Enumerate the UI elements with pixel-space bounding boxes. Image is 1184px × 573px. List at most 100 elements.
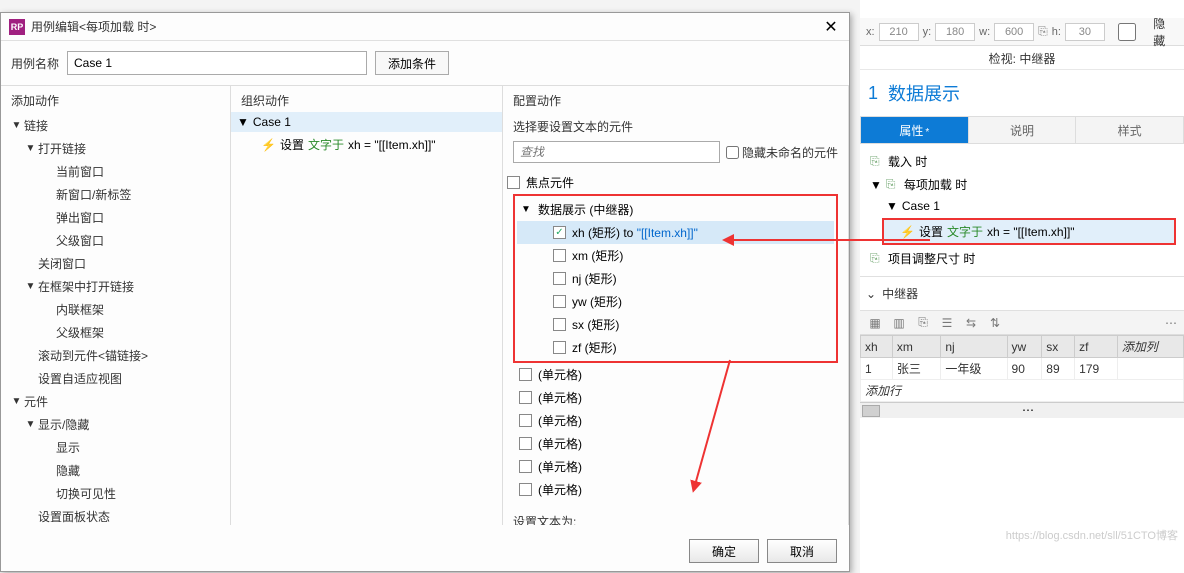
- action-tree-item[interactable]: ▼链接: [7, 114, 224, 137]
- widget-item[interactable]: sx (矩形): [517, 313, 834, 336]
- inspect-bar: 检视: 中继器: [860, 46, 1184, 70]
- configure-panel: 配置动作 选择要设置文本的元件 隐藏未命名的元件 焦点元件 ▼ 数据展示 (中继…: [503, 86, 849, 525]
- checkbox[interactable]: [519, 414, 532, 427]
- per-item-event[interactable]: ▼⎘每项加载 时: [864, 173, 1180, 196]
- action-tree-item[interactable]: ▼打开链接: [7, 137, 224, 160]
- widget-item[interactable]: zf (矩形): [517, 336, 834, 359]
- widget-item[interactable]: yw (矩形): [517, 290, 834, 313]
- action-tree-item[interactable]: 隐藏: [7, 459, 224, 482]
- h-input[interactable]: [1065, 23, 1105, 41]
- action-tree-item[interactable]: 显示: [7, 436, 224, 459]
- action-tree-item[interactable]: 父级框架: [7, 321, 224, 344]
- table-header[interactable]: zf: [1075, 336, 1118, 358]
- focus-widget-item[interactable]: 焦点元件: [503, 171, 848, 194]
- hide-unnamed-cb[interactable]: [726, 146, 739, 159]
- action-tree-item[interactable]: 关闭窗口: [7, 252, 224, 275]
- widget-name: 数据展示: [888, 80, 960, 106]
- table-header[interactable]: xm: [892, 336, 941, 358]
- cell-item[interactable]: (单元格): [503, 455, 848, 478]
- checkbox[interactable]: [519, 460, 532, 473]
- action-tree-item[interactable]: ▼元件: [7, 390, 224, 413]
- checkbox[interactable]: [519, 483, 532, 496]
- toolbar-btn[interactable]: ▦: [866, 314, 884, 332]
- checkbox[interactable]: [553, 272, 566, 285]
- horizontal-scrollbar[interactable]: ⋯: [860, 402, 1184, 418]
- widget-item[interactable]: xm (矩形): [517, 244, 834, 267]
- search-input[interactable]: [513, 141, 720, 163]
- cell-item[interactable]: (单元格): [503, 363, 848, 386]
- widget-item[interactable]: nj (矩形): [517, 267, 834, 290]
- hide-unnamed-checkbox[interactable]: 隐藏未命名的元件: [726, 144, 838, 161]
- action-tree-item[interactable]: 内联框架: [7, 298, 224, 321]
- tab-description[interactable]: 说明: [969, 116, 1077, 144]
- ok-button[interactable]: 确定: [689, 539, 759, 563]
- onload-event[interactable]: ⎘载入 时: [864, 150, 1180, 173]
- case-name-input[interactable]: [67, 51, 367, 75]
- action-tree-item[interactable]: 父级窗口: [7, 229, 224, 252]
- case-row[interactable]: ▼ Case 1: [231, 112, 502, 132]
- checkbox[interactable]: [553, 341, 566, 354]
- action-tree-item[interactable]: ▼在框架中打开链接: [7, 275, 224, 298]
- cancel-button[interactable]: 取消: [767, 539, 837, 563]
- checkbox[interactable]: [553, 249, 566, 262]
- action-tree-item[interactable]: 设置面板状态: [7, 505, 224, 525]
- resize-event[interactable]: ⎘项目调整尺寸 时: [864, 247, 1180, 270]
- checkbox[interactable]: [519, 437, 532, 450]
- hide-checkbox[interactable]: [1109, 23, 1145, 41]
- h-label: h:: [1052, 26, 1061, 38]
- chevron-down-icon: ▼: [870, 178, 882, 192]
- lock-icon[interactable]: ⎘: [1038, 24, 1048, 39]
- repeater-group[interactable]: ▼ 数据展示 (中继器): [517, 198, 834, 221]
- toolbar-btn[interactable]: ⇆: [962, 314, 980, 332]
- relay-section-header[interactable]: ⌄ 中继器: [860, 277, 1184, 311]
- toolbar-btn[interactable]: ▥: [890, 314, 908, 332]
- toolbar-btn[interactable]: ⇅: [986, 314, 1004, 332]
- close-icon[interactable]: ✕: [821, 17, 841, 37]
- action-tree-item[interactable]: 滚动到元件<锚链接>: [7, 344, 224, 367]
- add-row-cell[interactable]: 添加行: [861, 380, 1184, 402]
- add-column-header[interactable]: 添加列: [1117, 336, 1183, 358]
- menu-icon[interactable]: ⋯: [1162, 314, 1180, 332]
- relay-toolbar: ▦ ▥ ⎘ ☰ ⇆ ⇅ ⋯: [860, 311, 1184, 335]
- cell-item[interactable]: (单元格): [503, 409, 848, 432]
- cell-item[interactable]: (单元格): [503, 432, 848, 455]
- checkbox[interactable]: [519, 391, 532, 404]
- checkbox[interactable]: [553, 318, 566, 331]
- checkbox[interactable]: [519, 368, 532, 381]
- action-node[interactable]: ⚡ 设置 文字于 xh = "[[Item.xh]]": [884, 220, 1174, 243]
- cell-item[interactable]: (单元格): [503, 478, 848, 501]
- cell-item[interactable]: (单元格): [503, 386, 848, 409]
- action-tree-item[interactable]: 切换可见性: [7, 482, 224, 505]
- checkbox[interactable]: [553, 295, 566, 308]
- checkbox[interactable]: ✓: [553, 226, 566, 239]
- table-row[interactable]: 1张三一年级9089179: [861, 358, 1184, 380]
- action-prefix: 设置: [280, 136, 304, 153]
- tab-style[interactable]: 样式: [1076, 116, 1184, 144]
- scroll-thumb[interactable]: [862, 405, 880, 417]
- w-label: w:: [979, 26, 990, 38]
- action-tree-item[interactable]: 新窗口/新标签: [7, 183, 224, 206]
- tab-attributes[interactable]: 属性*: [860, 116, 969, 144]
- case-node[interactable]: ▼Case 1: [864, 196, 1180, 216]
- toolbar-btn[interactable]: ☰: [938, 314, 956, 332]
- action-tree-item[interactable]: 当前窗口: [7, 160, 224, 183]
- action-tree-item[interactable]: ▼显示/隐藏: [7, 413, 224, 436]
- checkbox[interactable]: [507, 176, 520, 189]
- add-condition-button[interactable]: 添加条件: [375, 51, 449, 75]
- widget-item[interactable]: ✓xh (矩形) to "[[Item.xh]]": [517, 221, 834, 244]
- y-label: y:: [923, 26, 932, 38]
- toolbar-btn[interactable]: ⎘: [914, 314, 932, 332]
- table-header[interactable]: yw: [1007, 336, 1042, 358]
- table-header[interactable]: sx: [1042, 336, 1075, 358]
- action-row[interactable]: ⚡ 设置 文字于 xh = "[[Item.xh]]": [231, 132, 502, 157]
- event-icon: ⎘: [870, 251, 884, 266]
- y-input[interactable]: [935, 23, 975, 41]
- table-header[interactable]: xh: [861, 336, 893, 358]
- x-input[interactable]: [879, 23, 919, 41]
- action-tree-item[interactable]: 设置自适应视图: [7, 367, 224, 390]
- dialog-titlebar: RP 用例编辑<每项加载 时> ✕: [1, 13, 849, 41]
- action-tree-item[interactable]: 弹出窗口: [7, 206, 224, 229]
- table-header[interactable]: nj: [941, 336, 1007, 358]
- watermark: https://blog.csdn.net/sll/51CTO博客: [1006, 527, 1178, 543]
- w-input[interactable]: [994, 23, 1034, 41]
